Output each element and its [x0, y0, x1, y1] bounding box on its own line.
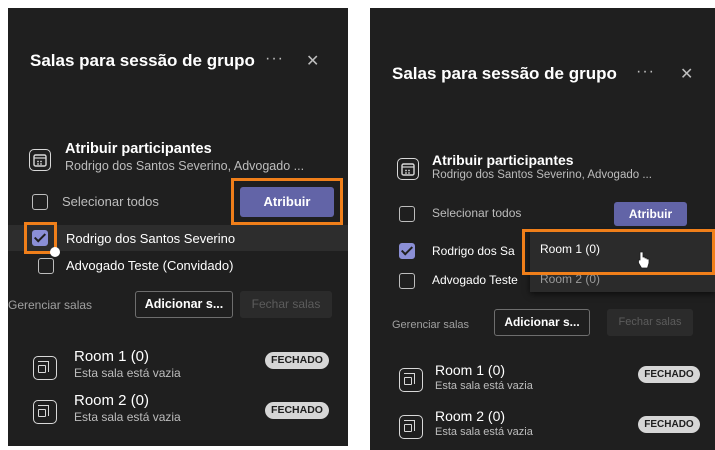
room-icon: [399, 368, 423, 392]
assign-participants-subtitle: Rodrigo dos Santos Severino, Advogado ..…: [65, 159, 305, 173]
assign-participants-subtitle: Rodrigo dos Santos Severino, Advogado ..…: [432, 169, 652, 181]
room-name[interactable]: Room 1 (0): [74, 348, 149, 365]
panel-title: Salas para sessão de grupo: [30, 51, 255, 70]
assign-participants-icon: [397, 158, 419, 180]
assign-button[interactable]: Atribuir: [614, 202, 687, 226]
room-icon: [33, 356, 57, 380]
panel-title: Salas para sessão de grupo: [392, 64, 617, 83]
add-room-button[interactable]: Adicionar s...: [135, 291, 233, 318]
breakout-rooms-panel-right: Salas para sessão de grupo ··· ✕ Atribui…: [370, 8, 715, 450]
assign-button-highlight: [231, 178, 343, 225]
hand-cursor-icon: [638, 251, 650, 269]
room-status-badge: FECHADO: [265, 402, 329, 419]
room-name[interactable]: Room 2 (0): [74, 392, 149, 409]
participant-name[interactable]: Advogado Teste (Convidado): [66, 258, 233, 273]
select-all-label: Selecionar todos: [432, 206, 522, 220]
participant-name[interactable]: Rodrigo dos Sa: [432, 244, 515, 258]
close-icon[interactable]: ✕: [680, 64, 693, 84]
room-status-badge: FECHADO: [638, 366, 700, 383]
participant-checkbox[interactable]: [399, 243, 415, 259]
assign-participants-title[interactable]: Atribuir participantes: [65, 141, 212, 157]
room-status: Esta sala está vazia: [74, 410, 181, 424]
select-all-checkbox[interactable]: [399, 206, 415, 222]
manage-rooms-label: Gerenciar salas: [8, 298, 93, 312]
add-room-button[interactable]: Adicionar s...: [494, 309, 590, 336]
room-status: Esta sala está vazia: [74, 366, 181, 380]
assign-participants-title[interactable]: Atribuir participantes: [432, 152, 574, 168]
room-name[interactable]: Room 1 (0): [435, 362, 505, 378]
select-all-checkbox[interactable]: [32, 194, 48, 210]
more-options-icon[interactable]: ···: [636, 63, 655, 81]
close-rooms-button: Fechar salas: [240, 291, 332, 318]
close-icon[interactable]: ✕: [306, 51, 319, 71]
participant-checkbox[interactable]: [38, 258, 54, 274]
room-icon: [33, 400, 57, 424]
participant-name[interactable]: Advogado Teste: [432, 273, 518, 287]
assign-participants-icon: [29, 149, 51, 171]
more-options-icon[interactable]: ···: [265, 50, 284, 68]
participant-checkbox[interactable]: [399, 273, 415, 289]
select-all-label: Selecionar todos: [62, 194, 159, 209]
room-status-badge: FECHADO: [265, 352, 329, 369]
dropdown-option-highlight: [522, 229, 715, 275]
room-icon: [399, 415, 423, 439]
room-status-badge: FECHADO: [638, 416, 700, 433]
breakout-rooms-panel-left: Salas para sessão de grupo ··· ✕ Atribui…: [8, 8, 348, 446]
close-rooms-button: Fechar salas: [607, 309, 693, 336]
cursor-dot-icon: [50, 247, 60, 257]
room-status: Esta sala está vazia: [435, 380, 533, 392]
room-status: Esta sala está vazia: [435, 426, 533, 438]
participant-name[interactable]: Rodrigo dos Santos Severino: [66, 231, 235, 246]
room-name[interactable]: Room 2 (0): [435, 408, 505, 424]
manage-rooms-label: Gerenciar salas: [392, 319, 470, 331]
